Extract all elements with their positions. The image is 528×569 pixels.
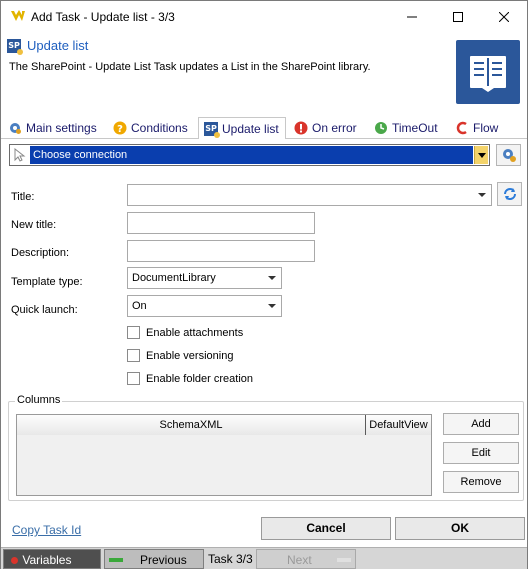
enable-versioning-label: Enable versioning bbox=[146, 349, 234, 362]
connection-dropdown-button[interactable] bbox=[474, 146, 488, 164]
flow-icon bbox=[456, 121, 467, 135]
enable-folder-creation-checkbox[interactable]: Enable folder creation bbox=[127, 372, 253, 385]
refresh-icon bbox=[503, 188, 516, 200]
quick-launch-select[interactable]: On bbox=[127, 295, 282, 317]
template-type-label: Template type: bbox=[11, 276, 83, 288]
status-bar: Variables Previous Task 3/3 Next bbox=[1, 547, 527, 569]
tab-conditions[interactable]: ? Conditions bbox=[108, 117, 196, 139]
app-logo-icon bbox=[11, 10, 25, 21]
ok-button[interactable]: OK bbox=[395, 517, 525, 540]
header-title: Update list bbox=[27, 38, 89, 53]
gear-icon bbox=[502, 149, 516, 162]
header-description: The SharePoint - Update List Task update… bbox=[9, 61, 371, 73]
arrow-right-icon bbox=[337, 558, 351, 562]
chevron-down-icon bbox=[268, 304, 276, 308]
cancel-button[interactable]: Cancel bbox=[261, 517, 391, 540]
sharepoint-list-icon bbox=[456, 40, 520, 104]
sharepoint-icon: SP bbox=[204, 121, 220, 138]
add-column-button[interactable]: Add bbox=[443, 413, 519, 435]
tab-on-error-label: On error bbox=[312, 121, 357, 135]
arrow-left-icon bbox=[109, 558, 123, 562]
close-icon bbox=[499, 11, 509, 22]
copy-task-id-link[interactable]: Copy Task Id bbox=[12, 523, 81, 537]
connection-settings-button[interactable] bbox=[496, 144, 521, 166]
add-task-window: Add Task - Update list - 3/3 SP Update l… bbox=[0, 0, 528, 569]
chevron-down-icon bbox=[268, 276, 276, 280]
tab-timeout[interactable]: TimeOut bbox=[369, 117, 447, 139]
task-header: SP Update list The SharePoint - Update L… bbox=[1, 32, 527, 112]
error-icon bbox=[294, 121, 308, 135]
tab-update-list-label: Update list bbox=[222, 121, 279, 136]
remove-column-button[interactable]: Remove bbox=[443, 471, 519, 493]
checkbox-box[interactable] bbox=[127, 349, 140, 362]
connection-value: Choose connection bbox=[30, 146, 473, 164]
column-header-schemaxml[interactable]: SchemaXML bbox=[17, 415, 366, 435]
tab-main-settings-label: Main settings bbox=[26, 121, 97, 135]
checkbox-box[interactable] bbox=[127, 326, 140, 339]
column-header-defaultview[interactable]: DefaultView bbox=[366, 415, 431, 435]
update-list-panel: Choose connection Title: New title: Desc… bbox=[3, 139, 525, 511]
next-label: Next bbox=[287, 553, 312, 567]
variables-label: Variables bbox=[22, 553, 72, 567]
next-button[interactable]: Next bbox=[256, 549, 356, 569]
chevron-down-icon bbox=[478, 193, 486, 197]
title-bar: Add Task - Update list - 3/3 bbox=[1, 1, 527, 32]
new-title-input[interactable] bbox=[127, 212, 315, 234]
maximize-icon bbox=[453, 11, 463, 22]
chevron-down-icon bbox=[477, 152, 486, 158]
maximize-button[interactable] bbox=[435, 1, 481, 32]
columns-grid-header: SchemaXML DefaultView bbox=[17, 415, 431, 435]
gear-icon bbox=[10, 123, 21, 134]
tab-update-list[interactable]: SP Update list bbox=[198, 117, 286, 140]
variables-button[interactable]: Variables bbox=[3, 549, 101, 569]
template-type-value: DocumentLibrary bbox=[132, 272, 216, 284]
tab-main-settings[interactable]: Main settings bbox=[3, 117, 105, 139]
title-combobox[interactable] bbox=[127, 184, 492, 206]
tab-timeout-label: TimeOut bbox=[392, 121, 438, 135]
edit-column-button[interactable]: Edit bbox=[443, 442, 519, 464]
description-label: Description: bbox=[11, 247, 70, 259]
close-button[interactable] bbox=[481, 1, 527, 32]
refresh-button[interactable] bbox=[497, 182, 522, 206]
quick-launch-label: Quick launch: bbox=[11, 304, 78, 316]
tab-flow[interactable]: Flow bbox=[450, 117, 510, 139]
enable-attachments-label: Enable attachments bbox=[146, 326, 244, 339]
columns-group-title: Columns bbox=[15, 394, 63, 406]
minimize-button[interactable] bbox=[389, 1, 435, 32]
timeout-icon bbox=[375, 122, 387, 134]
tab-conditions-label: Conditions bbox=[131, 121, 188, 135]
question-icon: ? bbox=[113, 121, 127, 135]
sharepoint-icon: SP bbox=[7, 39, 23, 55]
connection-selector[interactable]: Choose connection bbox=[9, 144, 490, 166]
enable-attachments-checkbox[interactable]: Enable attachments bbox=[127, 326, 243, 339]
description-input[interactable] bbox=[127, 240, 315, 262]
enable-folder-creation-label: Enable folder creation bbox=[146, 372, 254, 385]
minimize-icon bbox=[407, 16, 417, 17]
enable-versioning-checkbox[interactable]: Enable versioning bbox=[127, 349, 233, 362]
record-icon bbox=[11, 557, 18, 565]
svg-text:?: ? bbox=[117, 124, 123, 135]
columns-grid[interactable]: SchemaXML DefaultView bbox=[16, 414, 432, 496]
title-label: Title: bbox=[11, 191, 35, 203]
task-counter: Task 3/3 bbox=[208, 552, 253, 566]
template-type-select[interactable]: DocumentLibrary bbox=[127, 267, 282, 289]
tab-strip: Main settings ? Conditions SP Update lis… bbox=[1, 117, 527, 140]
window-title: Add Task - Update list - 3/3 bbox=[31, 10, 175, 24]
checkbox-box[interactable] bbox=[127, 372, 140, 385]
quick-launch-value: On bbox=[132, 300, 147, 312]
previous-button[interactable]: Previous bbox=[104, 549, 204, 569]
new-title-label: New title: bbox=[11, 219, 57, 231]
cursor-icon bbox=[14, 148, 26, 162]
tab-on-error[interactable]: On error bbox=[289, 117, 365, 139]
previous-label: Previous bbox=[140, 553, 187, 567]
tab-flow-label: Flow bbox=[473, 121, 499, 135]
